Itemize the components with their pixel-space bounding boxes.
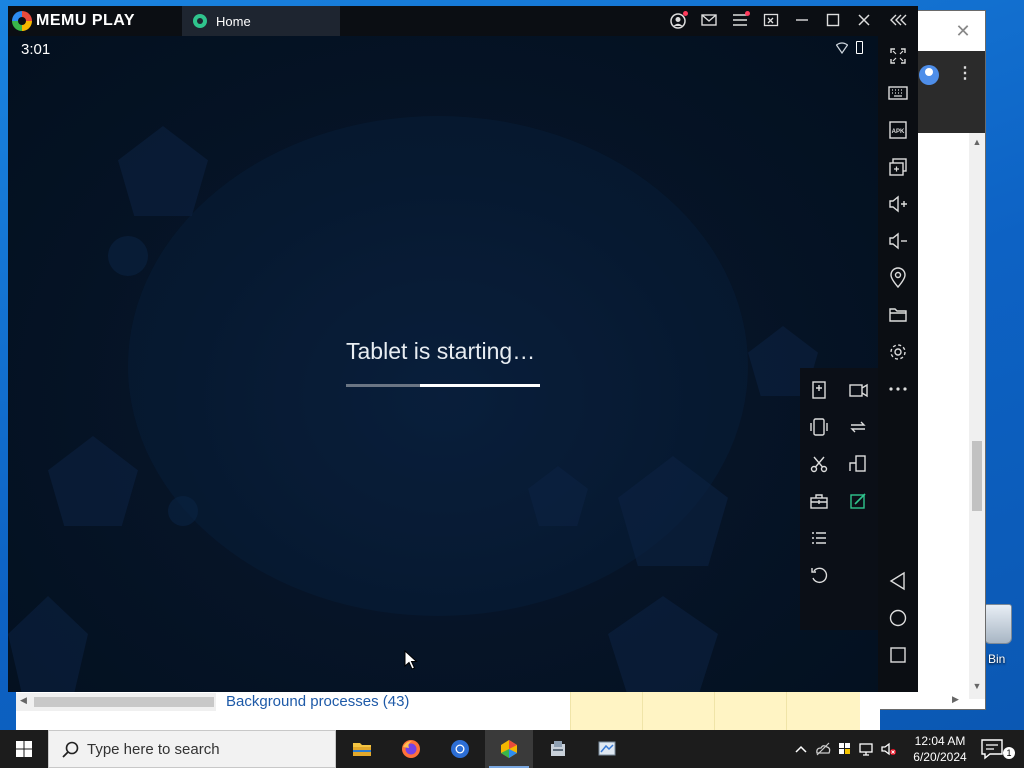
recycle-bin-label: Bin: [988, 652, 1006, 666]
multi-instance-icon[interactable]: [884, 153, 912, 181]
recycle-bin[interactable]: Bin: [982, 604, 1016, 668]
windows-logo-icon: [16, 741, 32, 757]
scroll-right-arrow-icon[interactable]: ▶: [952, 694, 959, 705]
recents-icon[interactable]: [884, 641, 912, 669]
chrome-icon[interactable]: [436, 730, 484, 768]
loading-progress-fill: [420, 384, 540, 387]
clock-time: 12:04 AM: [914, 734, 966, 748]
back-icon[interactable]: [884, 567, 912, 595]
edit-icon[interactable]: [844, 487, 872, 515]
app-installer-icon[interactable]: [534, 730, 582, 768]
taskbar-search-box[interactable]: Type here to search: [48, 730, 336, 768]
horizontal-scrollbar[interactable]: ◀: [16, 693, 216, 711]
windows-taskbar: Type here to search 12:04 AM 6/20/2024 1: [0, 730, 1024, 768]
memu-brand: MEMU PLAY: [36, 12, 136, 29]
notification-count-badge: 1: [1003, 747, 1015, 759]
refresh-icon[interactable]: [805, 561, 833, 589]
minimize-icon[interactable]: [790, 10, 814, 32]
bg-decoration: [608, 596, 718, 692]
volume-muted-icon[interactable]: [880, 740, 898, 758]
volume-down-icon[interactable]: [884, 227, 912, 255]
wifi-icon: [836, 42, 848, 54]
mouse-cursor-icon: [404, 650, 418, 670]
volume-up-icon[interactable]: [884, 190, 912, 218]
bg-decoration: [48, 436, 138, 526]
keyboard-icon[interactable]: [884, 79, 912, 107]
menu-icon[interactable]: [728, 10, 752, 32]
location-icon[interactable]: [884, 264, 912, 292]
tab-home-label: Home: [216, 14, 251, 29]
search-placeholder: Type here to search: [87, 741, 220, 758]
memu-titlebar: MEMU PLAY Home: [8, 6, 918, 36]
sync-icon[interactable]: [844, 413, 872, 441]
list-icon[interactable]: [805, 524, 833, 552]
browser-menu-icon[interactable]: ⋮: [957, 63, 973, 83]
action-center-icon[interactable]: [980, 738, 1004, 760]
notification-dot: [683, 11, 688, 16]
svg-text:APK: APK: [892, 129, 905, 135]
scroll-down-arrow-icon[interactable]: ▼: [969, 681, 985, 691]
search-icon: [62, 741, 79, 758]
profile-avatar-icon[interactable]: [919, 65, 939, 85]
memu-sidebar: APK: [878, 36, 918, 692]
settings-icon[interactable]: [884, 338, 912, 366]
home-icon[interactable]: [884, 604, 912, 632]
onedrive-icon[interactable]: [814, 740, 832, 758]
horizontal-scrollbar-thumb[interactable]: [34, 697, 214, 707]
fullscreen-icon[interactable]: [884, 42, 912, 70]
multi-window-icon[interactable]: [759, 10, 783, 32]
starting-message: Tablet is starting…: [346, 338, 536, 364]
background-processes-header[interactable]: Background processes (43): [226, 693, 409, 710]
record-icon[interactable]: [844, 376, 872, 404]
floating-tool-panel: [800, 368, 878, 630]
memu-icon[interactable]: [485, 730, 533, 768]
scroll-left-arrow-icon[interactable]: ◀: [20, 695, 27, 706]
more-icon[interactable]: [884, 375, 912, 403]
maximize-icon[interactable]: [821, 10, 845, 32]
taskbar-clock[interactable]: 12:04 AM 6/20/2024: [908, 733, 972, 765]
memu-logo-icon: [12, 11, 32, 31]
bg-decoration: [168, 496, 198, 526]
system-tray: [790, 730, 900, 768]
rotate-icon[interactable]: [844, 450, 872, 478]
browser-scrollbar[interactable]: ▲ ▼: [969, 133, 985, 699]
status-bar-time: 3:01: [21, 41, 51, 58]
clock-date: 6/20/2024: [913, 750, 967, 764]
browser-close-button[interactable]: ✕: [951, 19, 975, 43]
scrollbar-thumb[interactable]: [972, 441, 982, 511]
mail-icon[interactable]: [697, 10, 721, 32]
shake-icon[interactable]: [805, 413, 833, 441]
install-apk-icon[interactable]: [805, 376, 833, 404]
close-icon[interactable]: [852, 10, 876, 32]
file-explorer-icon[interactable]: [338, 730, 386, 768]
screenshot-icon[interactable]: [805, 450, 833, 478]
firefox-icon[interactable]: [387, 730, 435, 768]
bg-decoration: [108, 236, 148, 276]
battery-icon: [856, 41, 863, 54]
bg-decoration: [118, 126, 208, 216]
start-button[interactable]: [0, 730, 48, 768]
home-tab-icon: [193, 14, 207, 28]
account-icon[interactable]: [666, 10, 690, 32]
network-icon[interactable]: [858, 740, 876, 758]
status-bar-icons: [832, 40, 872, 56]
task-manager-columns: [570, 691, 860, 731]
folder-icon[interactable]: [884, 301, 912, 329]
scroll-up-arrow-icon[interactable]: ▲: [969, 137, 985, 147]
task-manager-window: ◀ Background processes (43): [16, 690, 880, 731]
android-screen[interactable]: 3:01 Tablet is starting…: [8, 36, 878, 692]
menu-notification-dot: [745, 11, 750, 16]
bg-decoration: [8, 596, 88, 692]
security-icon[interactable]: [836, 740, 854, 758]
tab-home[interactable]: Home: [182, 6, 340, 36]
collapse-sidebar-icon[interactable]: [887, 10, 911, 32]
memu-window: MEMU PLAY Home 3:01 Tablet is starting… …: [8, 6, 918, 692]
show-hidden-icons-icon[interactable]: [792, 740, 810, 758]
loading-progress-bar: [346, 384, 540, 387]
apk-icon[interactable]: APK: [884, 116, 912, 144]
paint-icon[interactable]: [583, 730, 631, 768]
toolbox-icon[interactable]: [805, 487, 833, 515]
recycle-bin-icon: [984, 604, 1012, 644]
